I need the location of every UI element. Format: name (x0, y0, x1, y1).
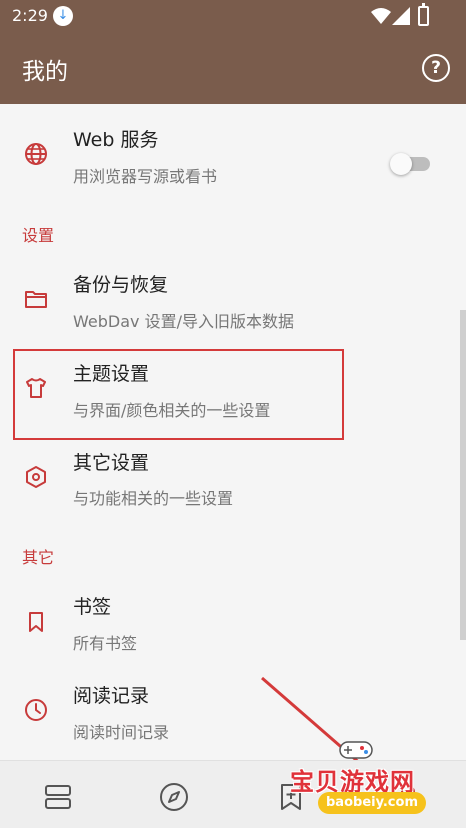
wifi-icon (371, 8, 391, 24)
web-service-item[interactable]: Web 服务 用浏览器写源或看书 (0, 113, 466, 201)
app-bar: 我的 ? (0, 32, 466, 104)
other-settings-title: 其它设置 (73, 452, 150, 474)
backup-subtitle: WebDav 设置/导入旧版本数据 (73, 312, 294, 331)
battery-icon (418, 3, 429, 26)
bookmark-title: 书签 (73, 596, 112, 618)
highlight-box (13, 349, 344, 440)
other-settings-subtitle: 与功能相关的一些设置 (73, 489, 234, 508)
compass-icon[interactable] (158, 781, 190, 813)
web-service-title: Web 服务 (73, 129, 159, 151)
backup-title: 备份与恢复 (73, 274, 169, 296)
bookmark-subtitle: 所有书签 (73, 634, 138, 653)
bookmark-icon (29, 612, 43, 632)
page-title: 我的 (22, 59, 68, 85)
other-settings-item[interactable]: 其它设置 与功能相关的一些设置 (0, 435, 466, 523)
status-bar: 2:29 ↓ (0, 0, 466, 32)
bookmark-item[interactable]: 书签 所有书签 (0, 578, 466, 666)
help-icon[interactable]: ? (422, 54, 450, 82)
status-time: 2:29 (12, 6, 48, 25)
backup-item[interactable]: 备份与恢复 WebDav 设置/导入旧版本数据 (0, 256, 466, 344)
globe-icon (25, 143, 47, 165)
read-record-title: 阅读记录 (73, 685, 150, 707)
hexagon-icon (26, 466, 46, 488)
folder-icon (25, 291, 47, 308)
section-settings: 设置 (22, 226, 55, 245)
bookshelf-icon[interactable] (42, 781, 74, 813)
read-record-subtitle: 阅读时间记录 (73, 723, 170, 742)
web-service-toggle[interactable] (390, 153, 432, 175)
watermark: 宝贝游戏网 baobeiy.com (290, 736, 466, 828)
download-icon: ↓ (53, 6, 73, 26)
web-service-subtitle: 用浏览器写源或看书 (73, 167, 218, 186)
section-others: 其它 (22, 548, 55, 567)
gamepad-icon (339, 741, 373, 759)
signal-icon (392, 7, 410, 25)
watermark-url: baobeiy.com (318, 792, 426, 814)
scrollbar[interactable] (460, 310, 466, 640)
clock-icon (25, 699, 47, 721)
